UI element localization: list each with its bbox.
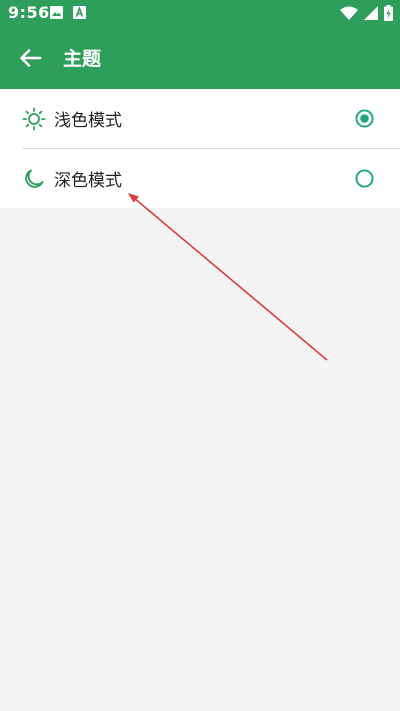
dark-mode-option[interactable]: 深色模式 <box>0 149 400 208</box>
app-bar: 主题 <box>0 26 400 89</box>
sun-icon <box>22 107 46 131</box>
status-bar: 9:56 <box>0 0 400 26</box>
status-left-icons <box>50 6 86 19</box>
light-mode-option[interactable]: 浅色模式 <box>0 89 400 149</box>
page-title: 主题 <box>63 48 102 70</box>
light-mode-label: 浅色模式 <box>54 111 122 131</box>
back-arrow-icon <box>20 49 42 67</box>
font-icon <box>73 6 86 19</box>
image-icon <box>50 6 63 19</box>
status-right-icons <box>340 5 393 21</box>
battery-charging-icon <box>384 5 393 21</box>
dark-mode-label: 深色模式 <box>54 171 122 191</box>
signal-icon <box>364 6 378 20</box>
moon-icon <box>25 169 44 188</box>
theme-options-list: 浅色模式 深色模式 <box>0 89 400 208</box>
status-time: 9:56 <box>8 3 50 22</box>
light-mode-radio[interactable] <box>355 109 374 128</box>
back-button[interactable] <box>18 45 44 71</box>
dark-mode-radio[interactable] <box>355 169 374 188</box>
wifi-icon <box>340 6 358 20</box>
